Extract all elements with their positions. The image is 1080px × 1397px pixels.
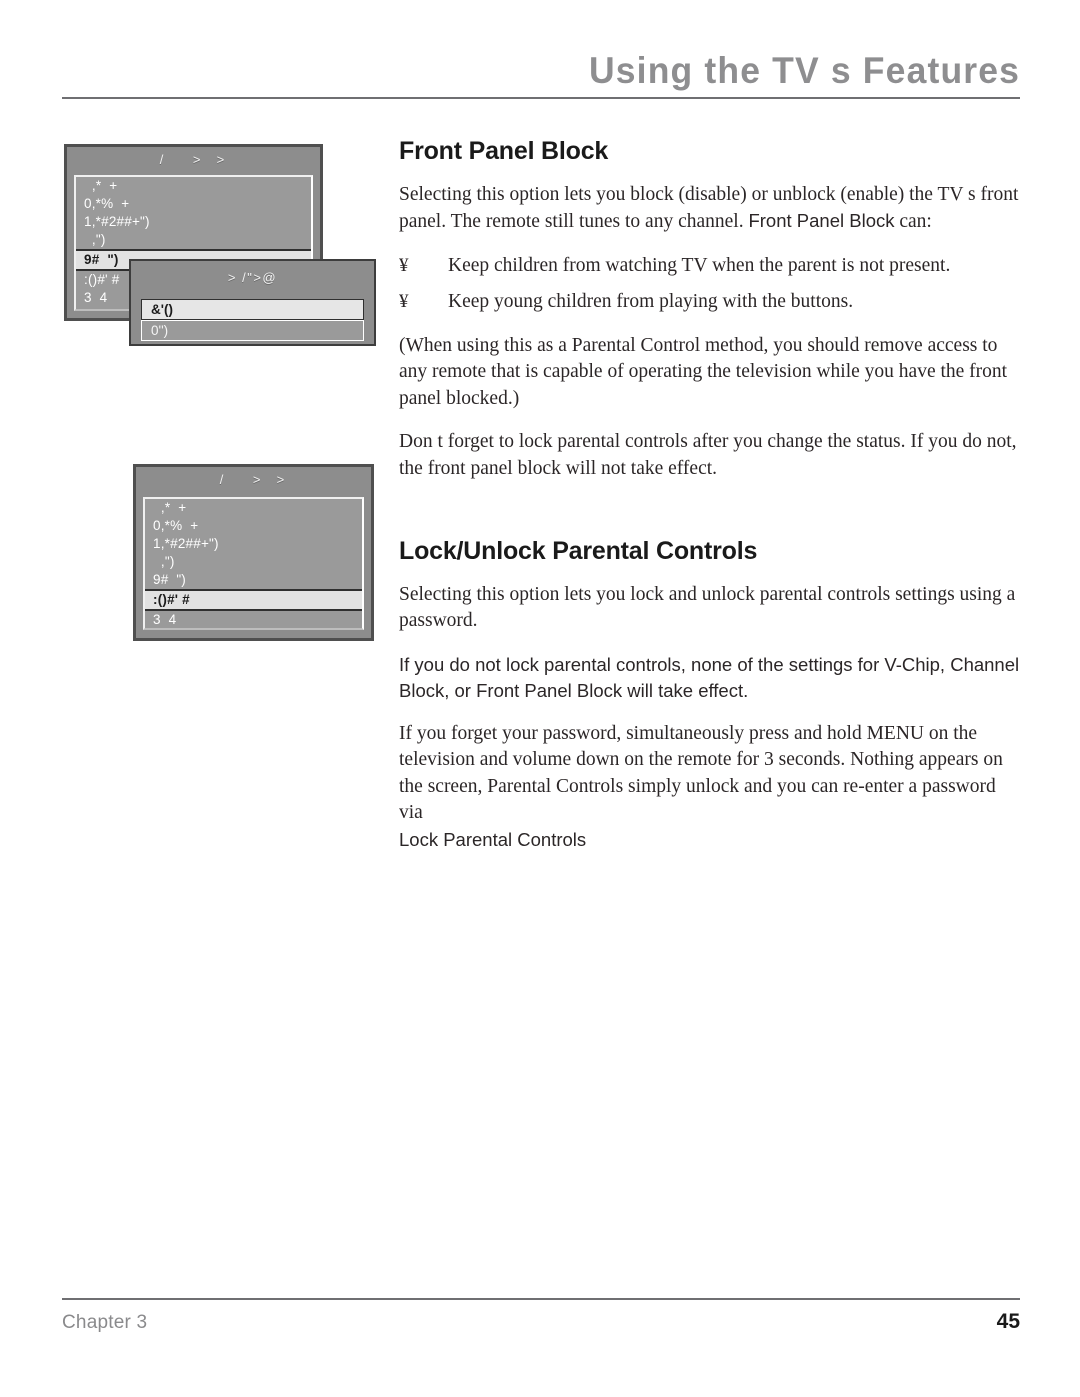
menu-title: / > > <box>159 152 228 167</box>
footer-page-number: 45 <box>996 1310 1020 1333</box>
front-panel-block-note: (When using this as a Parental Control m… <box>399 334 1008 409</box>
bullet-icon: ¥ <box>399 291 409 312</box>
bullet-icon: ¥ <box>399 254 409 276</box>
menu-panel: ,* + 0,*% + 1,*#2##+") ,") 9# ") :()#' #… <box>143 497 364 630</box>
menu-title: / > > <box>219 472 288 487</box>
page-footer: Chapter 3 45 <box>62 1298 1020 1334</box>
menu-item[interactable]: 1,*#2##+") <box>145 535 362 553</box>
list-item: ¥ Keep children from watching TV when th… <box>399 253 1024 280</box>
popup-option[interactable]: 0'') <box>141 320 364 341</box>
tv-menu-frame: / > > ,* + 0,*% + 1,*#2##+") ,") 9# ") :… <box>133 464 374 641</box>
front-panel-block-benefits: ¥ Keep children from watching TV when th… <box>399 253 1024 316</box>
figure-front-panel-popup: > /">@ &'() 0'') <box>129 259 376 346</box>
popup-title: > /">@ <box>227 270 278 285</box>
menu-item[interactable]: ,") <box>76 231 311 249</box>
menu-item[interactable]: 9# ") <box>145 571 362 589</box>
heading-front-panel-block: Front Panel Block <box>399 137 609 165</box>
front-panel-block-intro: Selecting this option lets you block (di… <box>399 182 1024 236</box>
page-header: Using the TV s Features <box>62 52 1020 108</box>
intro-text-part-2: can: <box>894 211 932 232</box>
heading-lock-unlock-parental-controls: Lock/Unlock Parental Controls <box>399 537 758 565</box>
menu-item[interactable]: 0,*% + <box>145 517 362 535</box>
content-column: Front Panel Block Selecting this option … <box>399 137 1024 870</box>
tv-popup-frame: > /">@ &'() 0'') <box>129 259 376 346</box>
popup-option-selected[interactable]: &'() <box>141 299 364 320</box>
menu-item[interactable]: ,* + <box>76 177 311 195</box>
list-item-text: Keep young children from playing with th… <box>448 291 854 312</box>
header-divider <box>62 97 1020 99</box>
footer-chapter-label: Chapter 3 <box>62 1312 148 1333</box>
menu-item-selected[interactable]: :()#' # <box>145 589 362 611</box>
lock-unlock-warning: If you do not lock parental controls, no… <box>399 653 1020 701</box>
menu-item[interactable]: 0,*% + <box>76 195 311 213</box>
page-title: Using the TV s Features <box>588 50 1020 91</box>
menu-item[interactable]: 3 4 <box>145 611 362 628</box>
figure-parental-controls-menu: / > > ,* + 0,*% + 1,*#2##+") ,") 9# ") :… <box>133 464 374 641</box>
forgot-password-menu-reference: Lock Parental Controls <box>399 828 587 850</box>
list-item: ¥ Keep young children from playing with … <box>399 289 1024 316</box>
lock-unlock-intro: Selecting this option lets you lock and … <box>399 583 1016 632</box>
lock-unlock-forgot-password: If you forget your password, simultaneou… <box>399 721 1024 854</box>
footer-divider <box>62 1298 1020 1300</box>
front-panel-block-emphasis: Front Panel Block <box>748 210 895 231</box>
popup-option-list: &'() 0'') <box>141 299 364 341</box>
forgot-password-text: If you forget your password, simultaneou… <box>399 722 1003 824</box>
list-item-text: Keep children from watching TV when the … <box>448 254 951 276</box>
menu-item[interactable]: ,* + <box>145 499 362 517</box>
front-panel-block-reminder: Don t forget to lock parental controls a… <box>399 431 1017 479</box>
footer-row: Chapter 3 45 <box>62 1310 1020 1334</box>
menu-item[interactable]: 1,*#2##+") <box>76 213 311 231</box>
menu-item[interactable]: ,") <box>145 553 362 571</box>
